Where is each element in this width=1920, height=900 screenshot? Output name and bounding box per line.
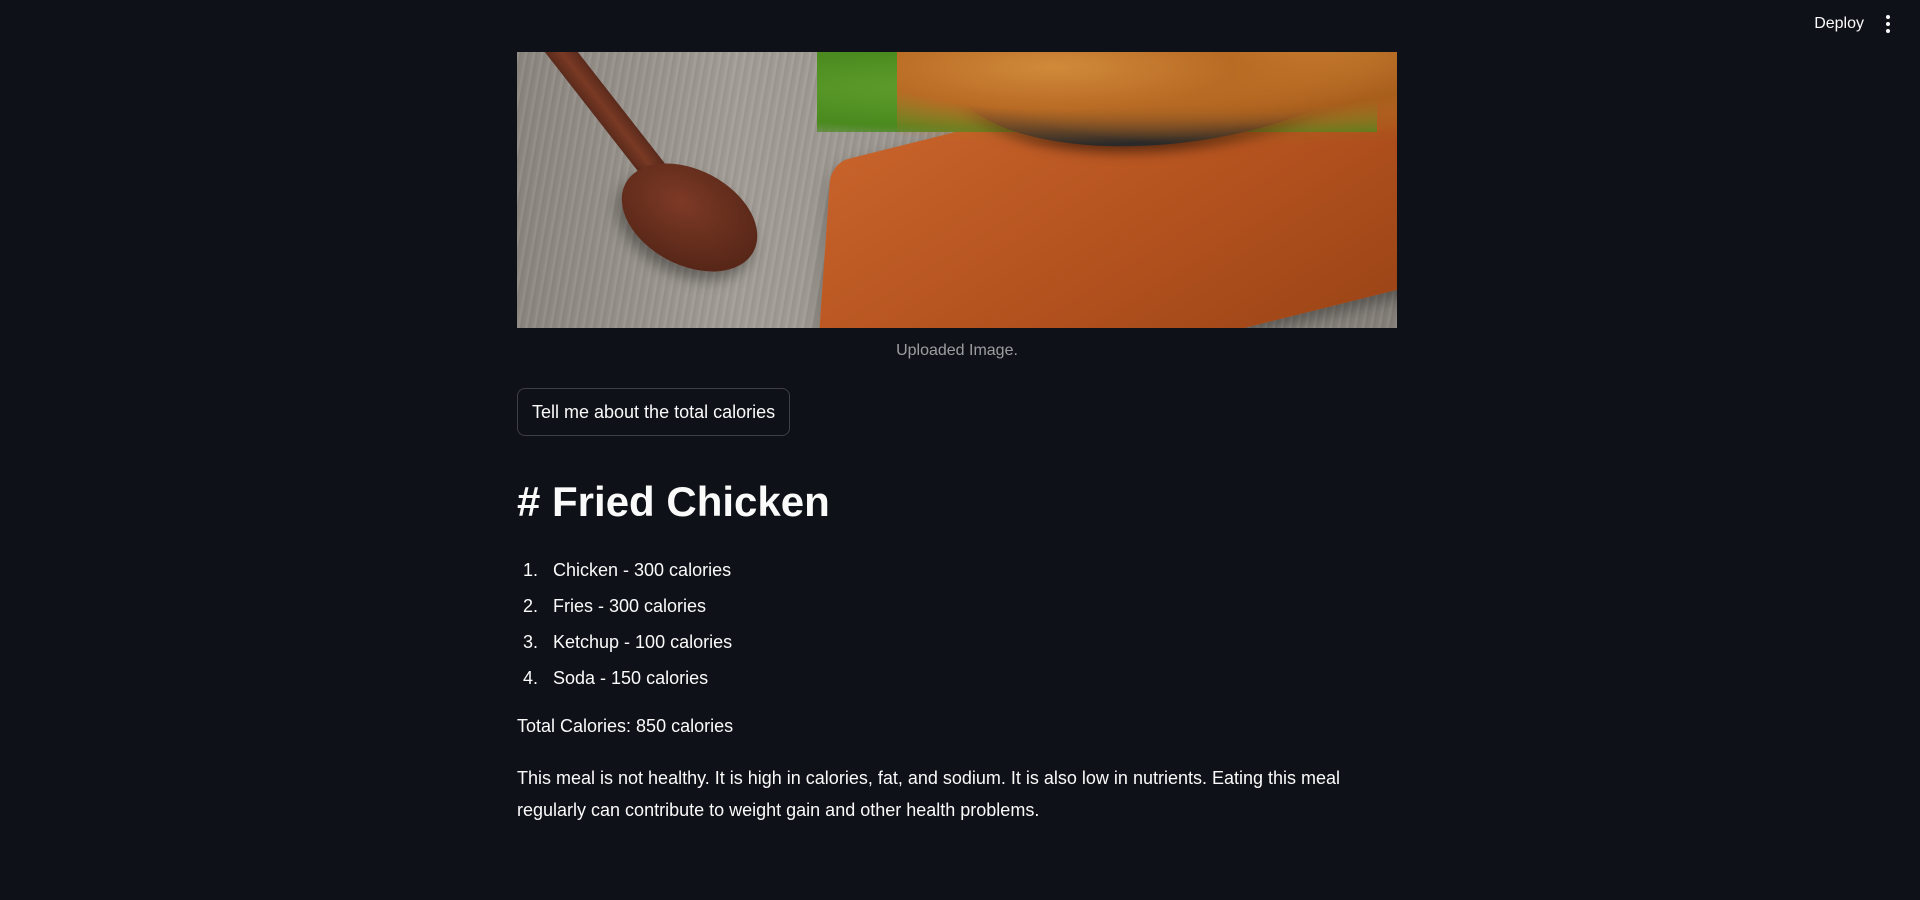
list-item-number: 1. (523, 560, 539, 580)
list-item-text: Fries - 300 calories (553, 596, 707, 616)
list-item-text: Ketchup - 100 calories (553, 632, 733, 652)
menu-dot (1886, 15, 1890, 19)
total-calories: Total Calories: 850 calories (517, 716, 734, 736)
deploy-button[interactable]: Deploy (1814, 12, 1864, 36)
health-summary: This meal is not healthy. It is high in … (517, 768, 1341, 820)
result-title: # Fried Chicken (517, 478, 830, 525)
list-item-number: 3. (523, 632, 539, 652)
list-item: 1. Chicken - 300 calories (517, 552, 1397, 588)
top-toolbar: Deploy (0, 0, 1920, 48)
list-item-text: Chicken - 300 calories (553, 560, 732, 580)
list-item-number: 4. (523, 668, 539, 688)
list-item: 2. Fries - 300 calories (517, 588, 1397, 624)
menu-dot (1886, 29, 1890, 33)
total-calories-button[interactable]: Tell me about the total calories (517, 388, 791, 436)
main-content: Uploaded Image. Tell me about the total … (517, 52, 1397, 826)
more-vertical-icon[interactable] (1876, 12, 1900, 36)
fried-chicken (897, 52, 1397, 152)
image-caption: Uploaded Image. (896, 342, 1018, 359)
list-item-text: Soda - 150 calories (553, 668, 709, 688)
list-item-number: 2. (523, 596, 539, 616)
calorie-list: 1. Chicken - 300 calories 2. Fries - 300… (517, 552, 1397, 696)
list-item: 4. Soda - 150 calories (517, 660, 1397, 696)
menu-dot (1886, 22, 1890, 26)
list-item: 3. Ketchup - 100 calories (517, 624, 1397, 660)
uploaded-image (517, 52, 1397, 328)
